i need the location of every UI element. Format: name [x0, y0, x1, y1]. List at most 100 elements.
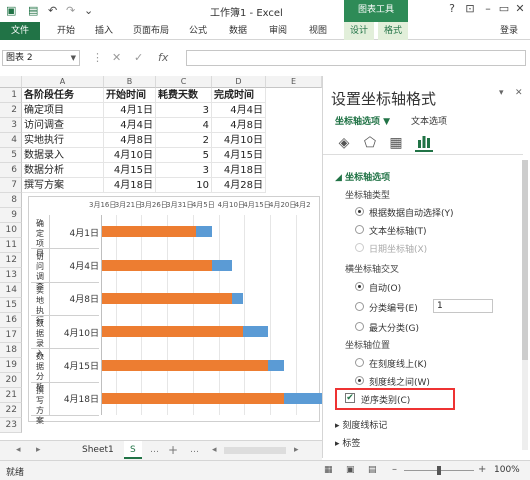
sign-in-link[interactable]: 登录 — [494, 22, 524, 40]
radio-between-tick-marks[interactable] — [355, 376, 364, 385]
tab-view[interactable]: 视图 — [300, 22, 336, 40]
insert-function-icon[interactable]: fx — [158, 51, 168, 64]
tab-insert[interactable]: 插入 — [86, 22, 122, 40]
save-icon[interactable]: ▤ — [28, 3, 38, 19]
data-cell[interactable]: 4月8日 — [212, 118, 266, 133]
option-between-tick-marks[interactable]: 刻度线之间(W) — [369, 375, 430, 388]
data-cell[interactable]: 4月10日 — [104, 148, 156, 163]
data-cell[interactable]: 数据分析 — [22, 163, 104, 178]
sheet-tab-sheet1[interactable]: Sheet1 — [76, 441, 120, 459]
pane-options-icon[interactable]: ▾ — [499, 88, 504, 98]
qat-customize-icon[interactable]: ⌄ — [84, 3, 93, 19]
size-properties-icon[interactable]: ▦ — [387, 134, 405, 152]
header-cell[interactable]: 各阶段任务 — [22, 88, 104, 103]
more-sheets-icon[interactable]: … — [150, 445, 159, 455]
row-header[interactable]: 4 — [0, 133, 22, 148]
data-cell[interactable]: 4月10日 — [212, 133, 266, 148]
option-date-axis[interactable]: 日期坐标轴(X) — [369, 242, 427, 255]
scroll-right-icon[interactable]: ▸ — [36, 445, 41, 455]
zoom-slider-thumb[interactable] — [437, 466, 441, 475]
duration-bar[interactable] — [232, 292, 243, 304]
data-cell[interactable]: 4月28日 — [212, 178, 266, 193]
row-header[interactable]: 9 — [0, 208, 22, 223]
duration-bar[interactable] — [196, 226, 212, 238]
redo-icon[interactable]: ↷ — [66, 3, 75, 19]
duration-bar[interactable] — [211, 259, 233, 271]
zoom-in-icon[interactable]: + — [478, 464, 486, 475]
start-bar[interactable] — [102, 259, 212, 271]
page-break-view-icon[interactable]: ▤ — [368, 465, 377, 475]
row-header[interactable]: 16 — [0, 313, 22, 328]
axis-options-icon[interactable] — [415, 134, 433, 152]
data-cell[interactable]: 4月15日 — [212, 148, 266, 163]
normal-view-icon[interactable]: ▦ — [324, 465, 333, 475]
radio-cross-category[interactable] — [355, 302, 364, 311]
labels-section[interactable]: ▸ 标签 — [335, 436, 360, 449]
help-icon[interactable]: ? — [444, 2, 460, 15]
data-cell[interactable]: 访问调查 — [22, 118, 104, 133]
scroll-left-icon[interactable]: ◂ — [16, 445, 21, 455]
data-cell[interactable]: 4月15日 — [104, 163, 156, 178]
sheet-tab-active[interactable]: S — [124, 441, 142, 459]
close-icon[interactable]: ✕ — [512, 2, 528, 15]
tab-axis-options[interactable]: 坐标轴选项 ▼ — [335, 114, 390, 127]
pane-close-icon[interactable]: ✕ — [515, 88, 523, 98]
minimize-icon[interactable]: – — [480, 2, 496, 15]
row-header[interactable]: 8 — [0, 193, 22, 208]
row-header[interactable]: 15 — [0, 298, 22, 313]
name-box[interactable]: 图表 2 ▼ — [2, 50, 80, 66]
row-header[interactable]: 14 — [0, 283, 22, 298]
start-bar[interactable] — [102, 392, 284, 404]
data-cell[interactable]: 4月8日 — [104, 133, 156, 148]
row-header[interactable]: 18 — [0, 343, 22, 358]
radio-on-tick-marks[interactable] — [355, 358, 364, 367]
header-cell[interactable]: 耗费天数 — [156, 88, 212, 103]
row-header[interactable]: 22 — [0, 403, 22, 418]
more-sheets-icon[interactable]: … — [190, 445, 199, 455]
column-header[interactable]: B — [104, 76, 156, 88]
zoom-out-icon[interactable]: – — [392, 464, 397, 475]
radio-text-axis[interactable] — [355, 225, 364, 234]
radio-cross-auto[interactable] — [355, 282, 364, 291]
row-header[interactable]: 13 — [0, 268, 22, 283]
select-all-corner[interactable] — [0, 76, 22, 88]
start-bar[interactable] — [102, 326, 243, 338]
header-cell[interactable]: 开始时间 — [104, 88, 156, 103]
new-sheet-icon[interactable]: + — [168, 443, 178, 457]
row-header[interactable]: 1 — [0, 88, 22, 103]
data-cell[interactable]: 4月18日 — [212, 163, 266, 178]
tab-text-options[interactable]: 文本选项 — [411, 114, 447, 127]
row-header[interactable]: 6 — [0, 163, 22, 178]
enter-icon[interactable]: ✓ — [134, 51, 143, 64]
formula-input[interactable] — [186, 50, 526, 66]
row-header[interactable]: 2 — [0, 103, 22, 118]
data-cell[interactable]: 4月18日 — [104, 178, 156, 193]
option-cross-auto[interactable]: 自动(O) — [369, 281, 401, 294]
axis-options-section[interactable]: ◢ 坐标轴选项 — [335, 170, 390, 183]
data-cell[interactable]: 撰写方案 — [22, 178, 104, 193]
tab-format[interactable]: 格式 — [378, 22, 408, 40]
fill-line-icon[interactable]: ◈ — [335, 134, 353, 152]
start-bar[interactable] — [102, 292, 233, 304]
option-text-axis[interactable]: 文本坐标轴(T) — [369, 224, 427, 237]
start-bar[interactable] — [102, 226, 197, 238]
ribbon-display-icon[interactable]: ⊡ — [462, 2, 478, 15]
pane-scrollbar[interactable] — [522, 160, 528, 450]
tab-formulas[interactable]: 公式 — [180, 22, 216, 40]
data-cell[interactable]: 5 — [156, 148, 212, 163]
duration-bar[interactable] — [268, 359, 284, 371]
row-header[interactable]: 10 — [0, 223, 22, 238]
duration-bar[interactable] — [242, 326, 269, 338]
zoom-level[interactable]: 100% — [494, 465, 520, 475]
hscroll-left-icon[interactable]: ◂ — [212, 445, 217, 455]
data-cell[interactable]: 4 — [156, 118, 212, 133]
row-header[interactable]: 12 — [0, 253, 22, 268]
reverse-order-label[interactable]: 逆序类别(C) — [361, 393, 410, 406]
worksheet-grid[interactable]: A B C D E 1 2 3 4 5 6 7 8 9 10 11 12 13 14 15 16 17 18 19 2… — [0, 76, 322, 438]
data-cell[interactable]: 确定项目 — [22, 103, 104, 118]
option-auto-axis[interactable]: 根据数据自动选择(Y) — [369, 206, 454, 219]
data-cell[interactable]: 4月4日 — [104, 118, 156, 133]
column-header[interactable]: D — [212, 76, 266, 88]
tab-page-layout[interactable]: 页面布局 — [126, 22, 176, 40]
effects-icon[interactable]: ⬠ — [361, 134, 379, 152]
